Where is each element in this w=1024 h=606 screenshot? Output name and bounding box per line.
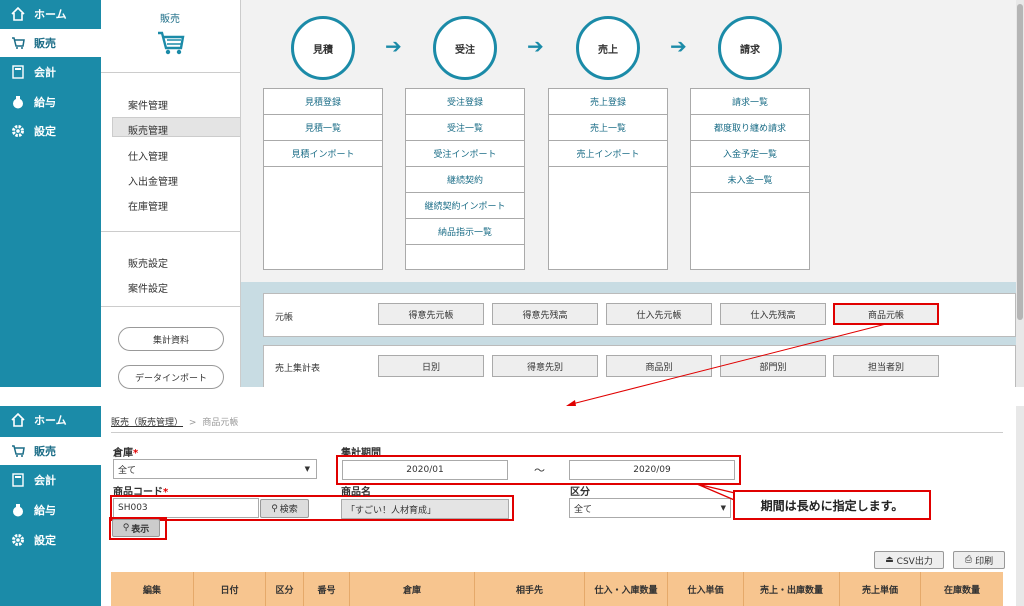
bottom-nav-sales[interactable]: 販売: [0, 437, 101, 465]
chevron-down-icon: ▼: [304, 465, 310, 473]
csv-export-label: CSV出力: [896, 556, 933, 567]
table-header-cell: 編集: [111, 572, 194, 606]
bottom-nav-sales-label: 販売: [34, 445, 56, 458]
show-button[interactable]: ⚲ 表示: [112, 519, 160, 537]
kubun-label: 区分: [570, 487, 590, 498]
table-header-cell: 区分: [266, 572, 304, 606]
printer-icon: ⎙: [964, 555, 973, 565]
required-mark: *: [133, 448, 139, 459]
breadcrumb-separator: >: [188, 418, 197, 428]
search-icon: ⚲: [122, 523, 130, 533]
calculator-icon: [10, 472, 26, 488]
warehouse-label-text: 倉庫: [113, 448, 133, 459]
gear-icon: [10, 532, 26, 548]
bottom-nav-accounting[interactable]: 会計: [0, 466, 101, 494]
table-header-cell: 在庫数量: [921, 572, 1003, 606]
show-button-label: 表示: [131, 524, 150, 535]
table-header-cell: 相手先: [475, 572, 585, 606]
home-icon: [10, 412, 26, 428]
table-header-cell: 番号: [304, 572, 350, 606]
kubun-select-value: 全て: [574, 504, 593, 515]
bottom-nav-settings[interactable]: 設定: [0, 526, 101, 554]
table-header-cell: 仕入単価: [668, 572, 744, 606]
bottom-nav-home[interactable]: ホーム: [0, 406, 101, 434]
search-button[interactable]: ⚲ 検索: [260, 499, 309, 518]
bottom-nav-settings-label: 設定: [34, 534, 56, 547]
bottom-nav-home-label: ホーム: [34, 414, 67, 427]
warehouse-label: 倉庫*: [113, 444, 138, 459]
cart-icon: [10, 443, 26, 459]
breadcrumb: 販売（販売管理） > 商品元帳: [111, 415, 238, 428]
table-header-cell: 仕入・入庫数量: [585, 572, 668, 606]
table-header-cell: 売上・出庫数量: [744, 572, 840, 606]
search-icon: ⚲: [271, 503, 278, 514]
product-name-label: 商品名: [341, 487, 371, 498]
print-label: 印刷: [975, 556, 994, 567]
product-name-field: 「すごい！人材育成」: [341, 499, 509, 519]
bottom-nav-payroll[interactable]: 給与: [0, 496, 101, 524]
bottom-scrollbar[interactable]: [1016, 406, 1024, 606]
product-code-input[interactable]: SH003: [113, 498, 259, 518]
breadcrumb-divider: [111, 432, 1003, 433]
period-separator: 〜: [534, 464, 545, 477]
period-to-input[interactable]: 2020/09: [569, 460, 735, 480]
bottom-nav-accounting-label: 会計: [34, 474, 56, 487]
print-button[interactable]: ⎙ 印刷: [953, 551, 1005, 569]
table-header-cell: 倉庫: [350, 572, 475, 606]
bottom-nav-payroll-label: 給与: [34, 504, 56, 517]
table-header-cell: 日付: [194, 572, 266, 606]
period-from-input[interactable]: 2020/01: [342, 460, 508, 480]
breadcrumb-link[interactable]: 販売（販売管理）: [111, 418, 183, 428]
csv-export-button[interactable]: ⏏ CSV出力: [874, 551, 944, 569]
warehouse-select-value: 全て: [118, 465, 137, 476]
search-button-label: 検索: [279, 505, 298, 515]
download-icon: ⏏: [885, 555, 894, 565]
table-header-cell: 売上単価: [840, 572, 921, 606]
yen-bag-icon: [10, 502, 26, 518]
callout-box: 期間は長めに指定します。: [733, 490, 931, 520]
warehouse-select[interactable]: 全て ▼: [113, 459, 317, 479]
breadcrumb-current: 商品元帳: [202, 418, 239, 428]
